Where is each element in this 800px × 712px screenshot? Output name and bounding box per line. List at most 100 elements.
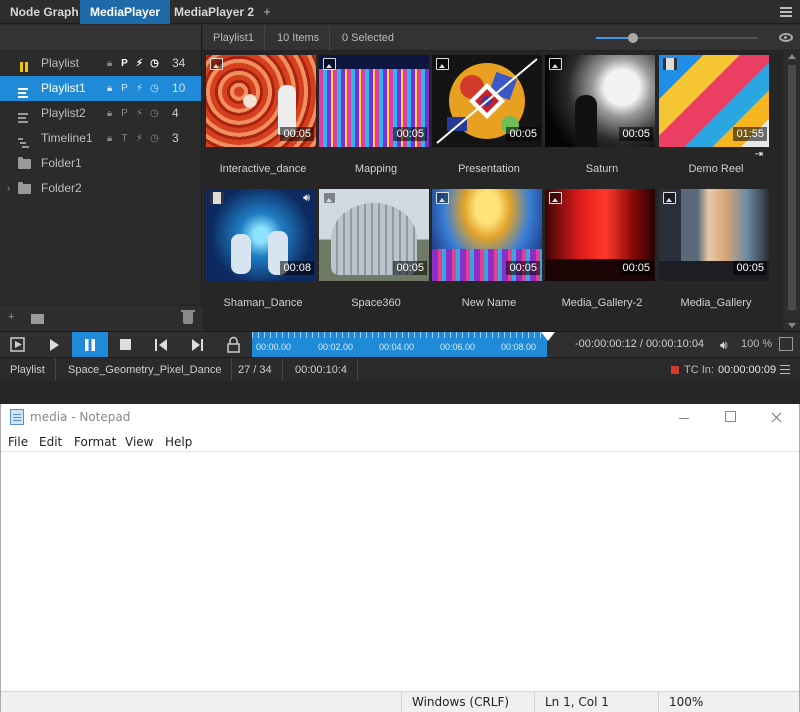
notepad-title-bar[interactable]: media - Notepad	[1, 404, 799, 432]
menu-help[interactable]: Help	[165, 435, 192, 449]
timeline-tick: 00:08.00	[501, 342, 537, 352]
lock-icon[interactable]: 🔒︎	[102, 76, 117, 101]
notepad-window: media - Notepad File Edit Format View He…	[0, 404, 800, 712]
add-playlist-icon[interactable]: +	[8, 311, 14, 323]
clock-icon[interactable]: ◷	[147, 51, 162, 76]
tc-in-value: 00:00:00:09	[717, 364, 777, 376]
playlist-item-playlist2[interactable]: Playlist2 🔒︎ P ⚡︎ ◷ 4	[0, 101, 201, 126]
lightning-icon[interactable]: ⚡︎	[132, 126, 147, 151]
tab-mediaplayer-2[interactable]: MediaPlayer 2	[164, 0, 264, 24]
minimize-button[interactable]	[661, 404, 707, 432]
volume-icon[interactable]: 🔊︎	[720, 338, 728, 353]
lightning-icon[interactable]: ⚡︎	[132, 76, 147, 101]
duration-badge: 00:05	[393, 261, 427, 275]
lock-icon[interactable]: 🔒︎	[102, 51, 117, 76]
duration-badge: 00:05	[506, 261, 540, 275]
lock-icon[interactable]: 🔒︎	[102, 101, 117, 126]
trash-icon[interactable]	[181, 310, 195, 324]
timeline-scrubber[interactable]: 00:00.00 00:02.00 00:04.00 00:06.00 00:0…	[252, 332, 547, 358]
status-mode: Playlist	[0, 358, 56, 382]
chevron-right-icon[interactable]: ›	[7, 176, 10, 201]
media-player-app: Node Graph MediaPlayer MediaPlayer 2 + P…	[0, 0, 800, 404]
image-icon	[436, 192, 449, 204]
slider-knob[interactable]	[628, 33, 638, 43]
scroll-down-icon[interactable]	[788, 323, 796, 328]
media-label: Shaman_Dance	[223, 297, 303, 309]
timecode-display: -00:00:00:12 / 00:00:10:04	[575, 338, 705, 350]
player-bottom-strip	[0, 381, 800, 404]
folder-icon	[18, 182, 31, 194]
flag-letter[interactable]: P	[117, 76, 132, 101]
maximize-button[interactable]	[707, 404, 753, 432]
flag-letter[interactable]: P	[117, 101, 132, 126]
playlist-item-count: 4	[172, 106, 179, 120]
lock-icon[interactable]: 🔒︎	[102, 126, 117, 151]
menu-icon[interactable]	[780, 7, 792, 17]
tab-bar: Node Graph MediaPlayer MediaPlayer 2 +	[0, 0, 800, 24]
play-icon	[50, 339, 59, 351]
skip-forward-icon	[192, 339, 203, 351]
stop-button[interactable]	[108, 332, 144, 358]
menu-file[interactable]: File	[8, 435, 28, 449]
playlist-item-label: Playlist2	[41, 106, 86, 120]
previous-button[interactable]	[144, 332, 180, 358]
status-encoding: Windows (CRLF)	[401, 692, 534, 712]
menu-icon[interactable]	[780, 365, 790, 375]
duration-badge: 00:05	[506, 127, 540, 141]
menu-format[interactable]: Format	[74, 435, 116, 449]
image-icon	[549, 58, 562, 70]
clock-icon[interactable]: ◷	[147, 126, 162, 151]
stop-icon	[120, 339, 131, 350]
playlist-panel: Playlist 🔒︎ P ⚡︎ ◷ 34 Playlist1 🔒︎ P ⚡︎ ◷ 10 P…	[0, 25, 202, 331]
pause-button[interactable]	[72, 332, 108, 358]
add-folder-icon[interactable]	[31, 314, 44, 324]
menu-edit[interactable]: Edit	[39, 435, 62, 449]
playlist-item-playlist[interactable]: Playlist 🔒︎ P ⚡︎ ◷ 34	[0, 51, 201, 76]
next-button[interactable]	[180, 332, 216, 358]
add-tab-button[interactable]: +	[258, 0, 276, 24]
media-label: Mapping	[354, 163, 398, 175]
timeline-icon	[18, 133, 30, 148]
flag-letter[interactable]: T	[117, 126, 132, 151]
folder-item-folder1[interactable]: Folder1	[0, 151, 201, 176]
lock-button[interactable]	[216, 332, 252, 358]
pause-icon	[85, 339, 95, 351]
scroll-up-icon[interactable]	[788, 54, 796, 59]
playlist-item-count: 3	[172, 131, 179, 145]
duration-badge: 00:05	[733, 261, 767, 275]
duration-badge: 00:05	[280, 127, 314, 141]
play-button[interactable]	[36, 332, 72, 358]
eye-icon[interactable]	[779, 33, 793, 42]
record-indicator-icon	[671, 366, 679, 374]
duration-badge: 00:05	[393, 127, 427, 141]
fullscreen-icon[interactable]	[779, 337, 793, 351]
thumbnail-size-slider[interactable]	[596, 33, 758, 43]
tab-node-graph[interactable]: Node Graph	[0, 0, 89, 24]
status-clip-name: Space_Geometry_Pixel_Dance	[58, 358, 233, 382]
media-grid-scrollbar[interactable]	[784, 51, 800, 331]
notepad-text-area[interactable]	[1, 452, 799, 688]
lightning-icon[interactable]: ⚡︎	[132, 51, 147, 76]
clock-icon[interactable]: ◷	[147, 101, 162, 126]
scroll-thumb[interactable]	[788, 65, 796, 310]
timeline-tick: 00:04.00	[379, 342, 415, 352]
playlist-item-timeline1[interactable]: Timeline1 🔒︎ T ⚡︎ ◷ 3	[0, 126, 201, 151]
folder-item-folder2[interactable]: › Folder2	[0, 176, 201, 201]
close-button[interactable]	[753, 404, 799, 432]
lightning-icon[interactable]: ⚡︎	[132, 101, 147, 126]
skip-back-icon	[155, 339, 167, 351]
flag-letter[interactable]: P	[117, 51, 132, 76]
current-playlist-name: Playlist1	[203, 25, 265, 51]
tab-mediaplayer[interactable]: MediaPlayer	[80, 0, 171, 24]
clock-icon[interactable]: ◷	[147, 76, 162, 101]
play-preview-button[interactable]	[0, 332, 36, 358]
notepad-menu-bar: File Edit Format View Help	[1, 432, 799, 452]
playhead[interactable]	[541, 332, 555, 341]
playlist-panel-header	[0, 25, 201, 51]
playlist-item-playlist1[interactable]: Playlist1 🔒︎ P ⚡︎ ◷ 10	[0, 76, 201, 101]
menu-view[interactable]: View	[125, 435, 153, 449]
duration-badge: 01:55	[733, 127, 767, 141]
pause-icon	[18, 57, 30, 72]
media-label: New Name	[461, 297, 517, 309]
volume-value[interactable]: 100 %	[741, 338, 772, 350]
